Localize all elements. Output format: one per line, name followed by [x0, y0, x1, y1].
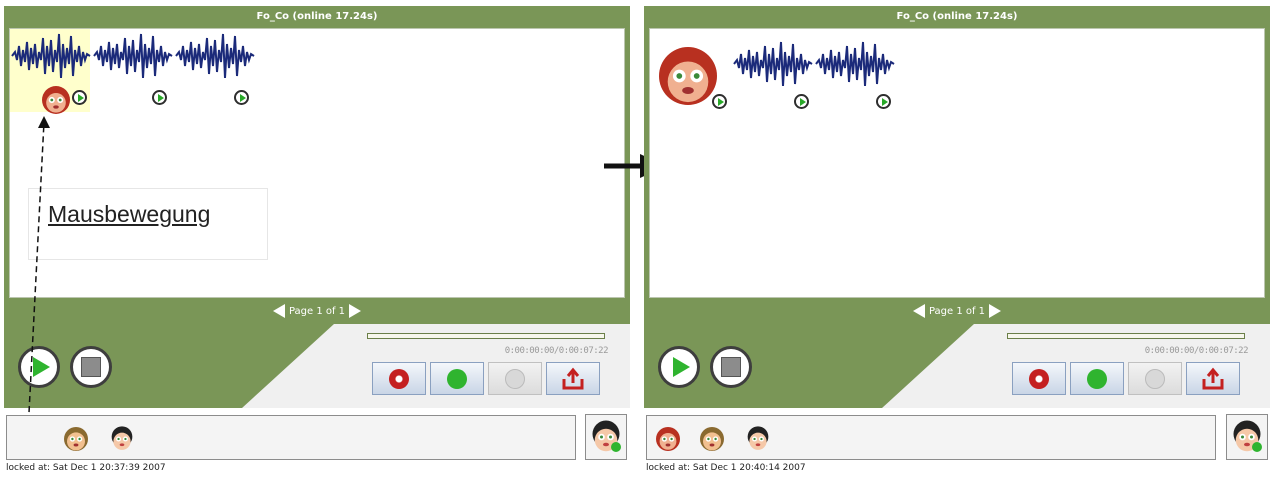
- play-recording-2-button[interactable]: [794, 94, 809, 109]
- play-button[interactable]: [1070, 362, 1124, 395]
- locked-status: locked at: Sat Dec 1 20:40:14 2007: [646, 463, 806, 473]
- pager-label: Page 1 of 1: [928, 305, 986, 317]
- stop-button[interactable]: [1128, 362, 1182, 395]
- upload-icon: [1202, 367, 1224, 389]
- dark-hair-avatar-icon[interactable]: [109, 426, 135, 452]
- recording-waveform-3[interactable]: [815, 40, 895, 88]
- pager: Page 1 of 1: [644, 304, 1270, 318]
- stop-icon: [721, 357, 741, 377]
- add-user-button[interactable]: [1226, 414, 1268, 460]
- boy-avatar-icon[interactable]: [699, 426, 725, 452]
- play-recording-1-button[interactable]: [712, 94, 727, 109]
- timer: 0:00:00:00/0:00:07:22: [1144, 346, 1249, 356]
- record-icon: [1029, 368, 1049, 389]
- stop-icon: [1145, 368, 1165, 389]
- prev-page-icon[interactable]: [912, 304, 925, 318]
- play-icon: [673, 357, 690, 377]
- add-user-icon: [1233, 420, 1262, 452]
- add-user-button[interactable]: [585, 414, 627, 460]
- upload-button[interactable]: [1186, 362, 1240, 395]
- play-recording-3-button[interactable]: [876, 94, 891, 109]
- girl-avatar-icon[interactable]: [656, 44, 720, 108]
- girl-avatar-icon[interactable]: [655, 426, 681, 452]
- big-stop-button[interactable]: [710, 346, 752, 388]
- dark-hair-avatar-icon[interactable]: [745, 426, 771, 452]
- progress-bar[interactable]: [1007, 333, 1245, 339]
- big-play-button[interactable]: [658, 346, 700, 388]
- play-icon: [1087, 368, 1107, 389]
- user-list: [6, 415, 576, 460]
- user-list: [646, 415, 1216, 460]
- boy-avatar-icon[interactable]: [63, 426, 89, 452]
- recording-waveform-2[interactable]: [733, 40, 813, 88]
- add-user-icon: [592, 420, 621, 452]
- locked-status: locked at: Sat Dec 1 20:37:39 2007: [6, 463, 166, 473]
- record-button[interactable]: [1012, 362, 1066, 395]
- session-title: Fo_Co (online 17.24s): [896, 11, 1018, 22]
- next-page-icon[interactable]: [989, 304, 1002, 318]
